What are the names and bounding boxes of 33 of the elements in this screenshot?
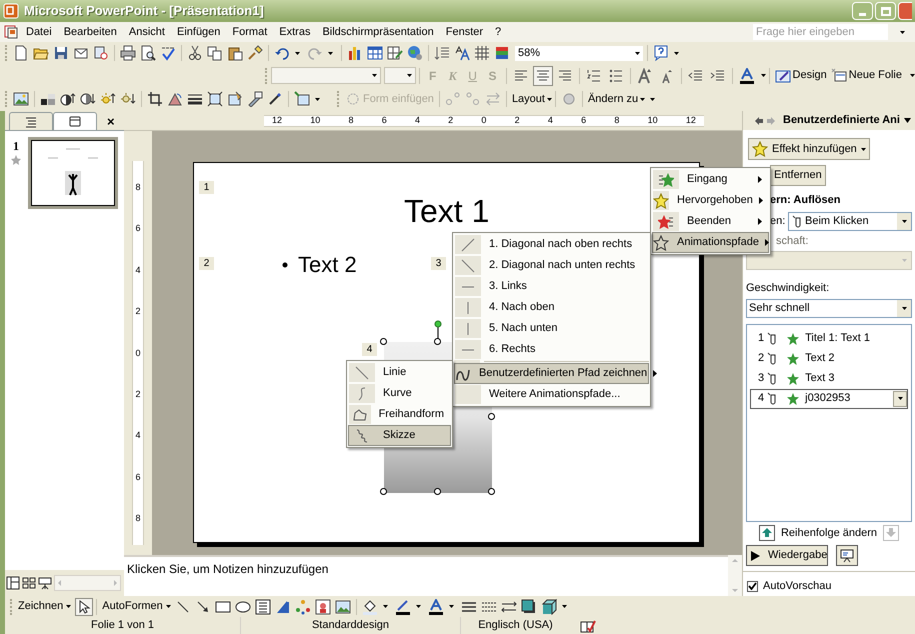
ruler-number: 4 — [135, 431, 140, 440]
ruler-number: 10 — [648, 116, 658, 125]
ruler-number: 6 — [135, 224, 140, 234]
ruler-number: 10 — [310, 116, 320, 125]
ruler-number: 4 — [135, 266, 140, 275]
ruler-number: 8 — [614, 116, 620, 125]
reorder-label: Reihenfolge ändern — [780, 526, 878, 540]
autopreview-label: AutoVorschau — [763, 579, 832, 594]
ruler-number: 8 — [348, 116, 354, 125]
ruler-number: 6 — [135, 472, 140, 482]
status-language: Englisch (USA) — [478, 618, 553, 634]
speed-label: Geschwindigkeit: — [746, 281, 830, 296]
property-label: schaft: — [776, 234, 810, 248]
ruler-number: 6 — [581, 116, 586, 125]
window-title: Microsoft PowerPoint - [Präsentation1] — [24, 2, 264, 20]
ruler-number: 6 — [382, 116, 387, 125]
ruler-number: 4 — [414, 116, 420, 125]
ruler-number: 8 — [135, 514, 140, 523]
ruler-number: 12 — [272, 116, 282, 125]
ruler-number: 2 — [448, 116, 454, 125]
ruler-number: 4 — [548, 116, 553, 125]
ruler-number: 2 — [514, 116, 520, 125]
ruler-number: 2 — [135, 307, 140, 316]
task-pane-title: Benutzerdefinierte Ani — [783, 113, 900, 128]
ruler-number: 0 — [481, 116, 486, 125]
status-design: Standarddesign — [312, 618, 390, 634]
ruler-number: 0 — [135, 348, 140, 358]
status-slide: Folie 1 von 1 — [91, 618, 154, 634]
ruler-number: 2 — [135, 390, 140, 399]
effect-heading: ern: Auflösen — [770, 193, 842, 208]
ruler-number: 8 — [135, 183, 140, 192]
ruler-number: 12 — [686, 116, 696, 125]
slide-number: 1 — [13, 138, 19, 155]
